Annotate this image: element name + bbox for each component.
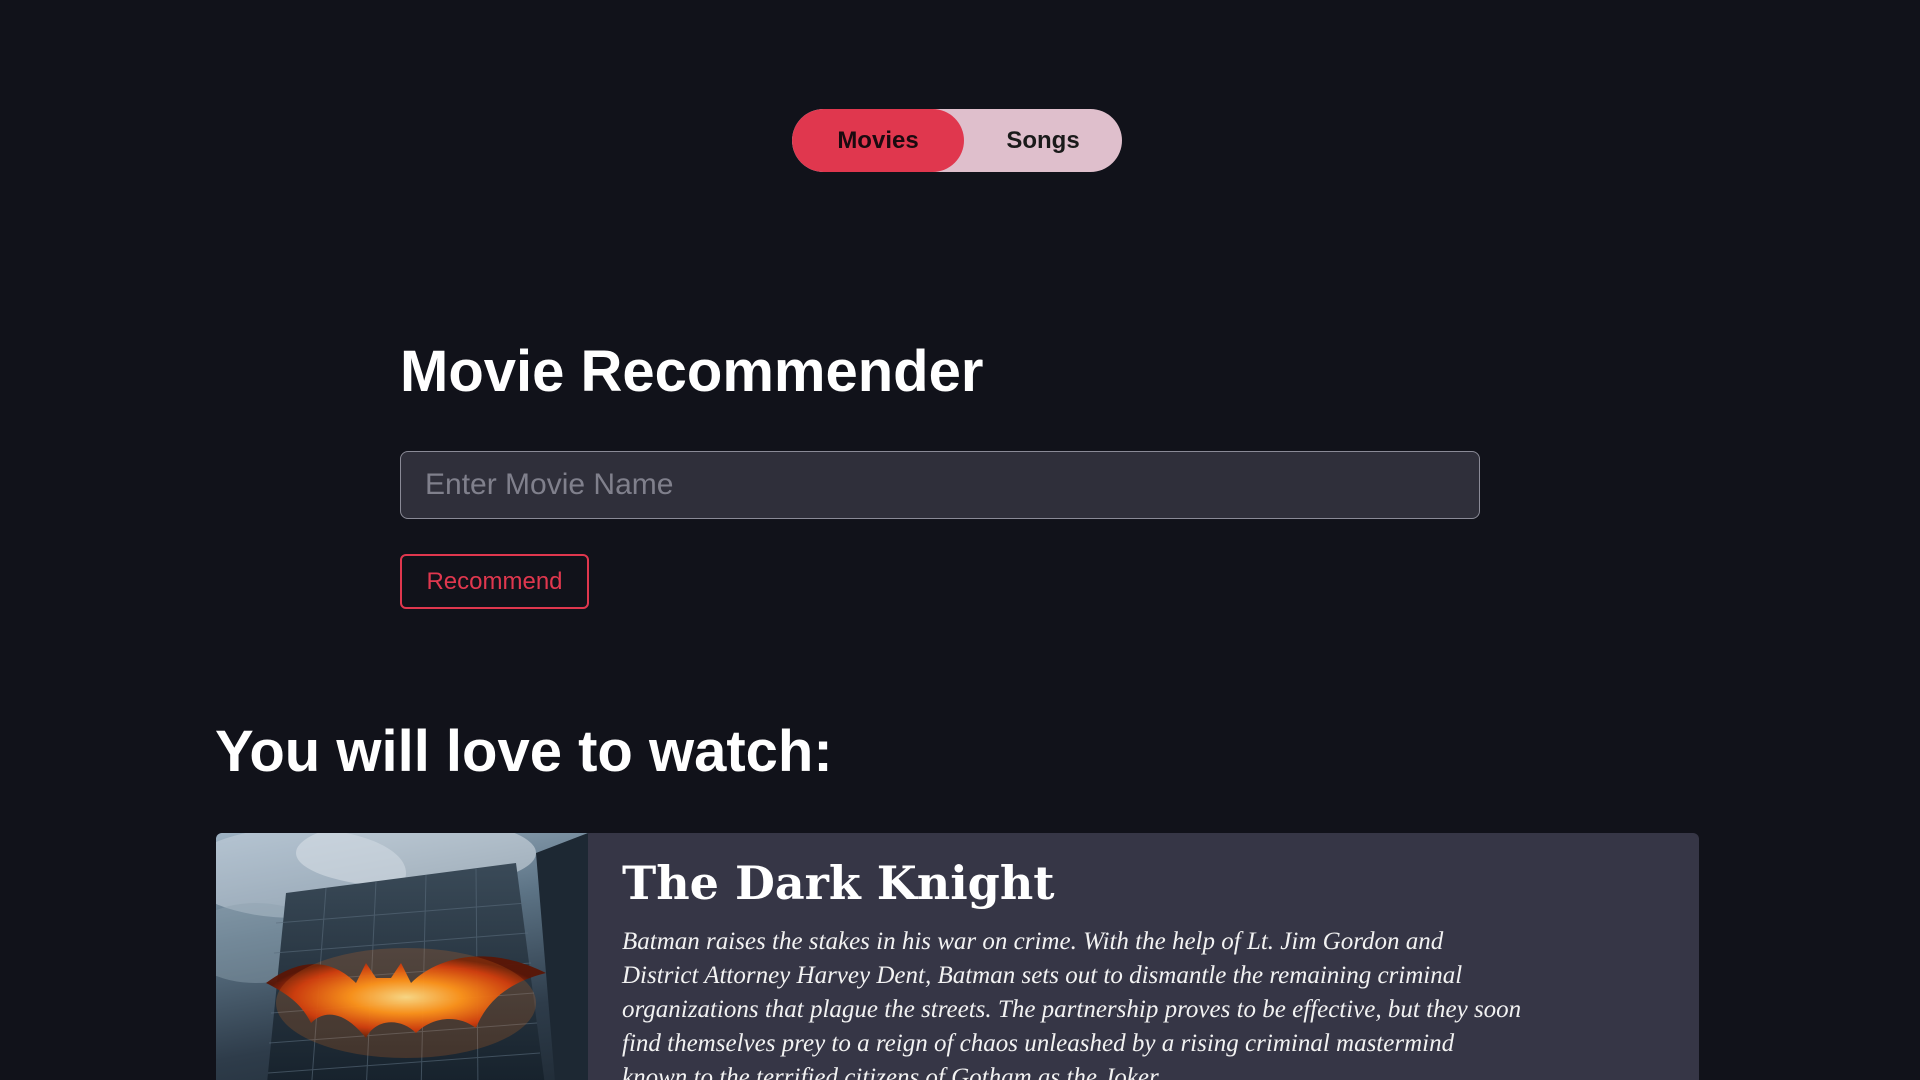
mode-toggle: Movies Songs bbox=[792, 109, 1122, 172]
page-title: Movie Recommender bbox=[400, 339, 984, 404]
movie-card[interactable]: The Dark Knight Batman raises the stakes… bbox=[216, 833, 1699, 1080]
movie-search-input[interactable] bbox=[400, 451, 1480, 519]
tab-movies[interactable]: Movies bbox=[792, 109, 964, 172]
results-heading: You will love to watch: bbox=[215, 719, 833, 784]
recommend-button[interactable]: Recommend bbox=[400, 554, 589, 609]
movie-overview: Batman raises the stakes in his war on c… bbox=[622, 928, 1522, 1080]
movie-title: The Dark Knight bbox=[622, 856, 1055, 910]
tab-songs[interactable]: Songs bbox=[964, 109, 1122, 172]
movie-card-body: The Dark Knight Batman raises the stakes… bbox=[588, 833, 1699, 1080]
page: Movies Songs Movie Recommender Recommend… bbox=[0, 0, 1920, 1080]
movie-poster bbox=[216, 833, 588, 1080]
poster-image bbox=[216, 833, 588, 1080]
